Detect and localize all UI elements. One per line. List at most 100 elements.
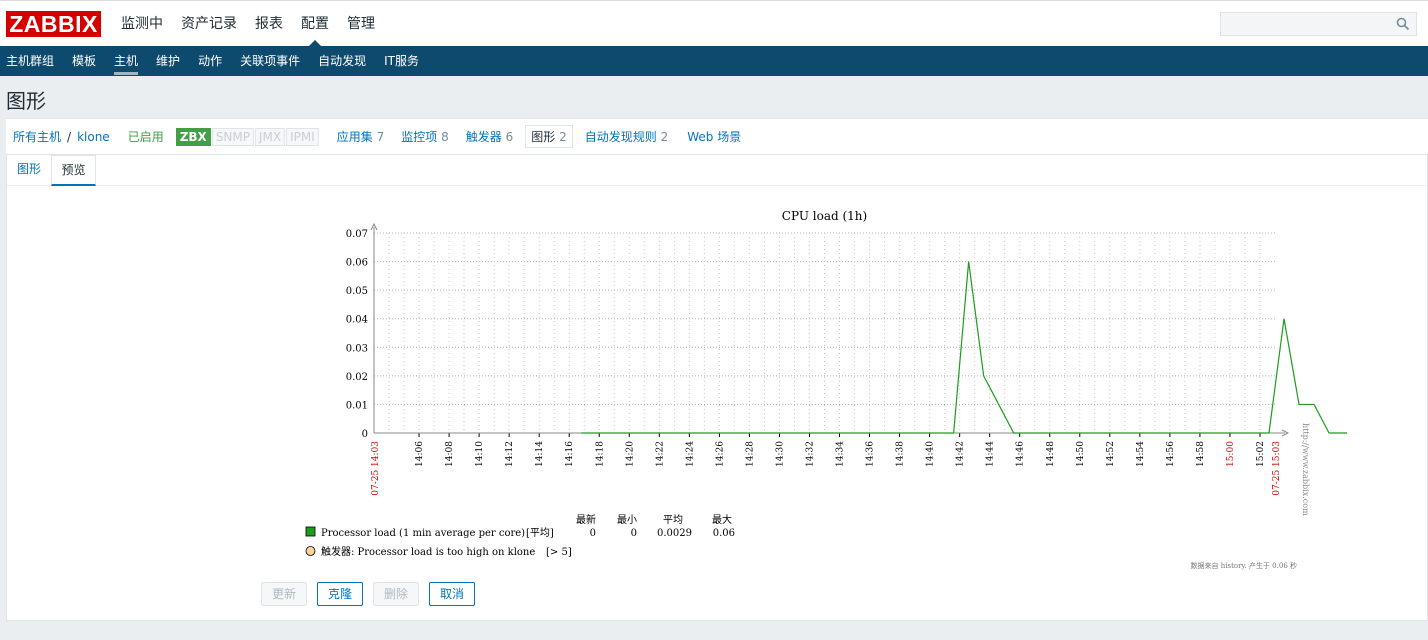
x-tick-label: 14:16 [565,441,575,467]
y-tick-label: 0.01 [346,400,368,411]
tab-graphs-count: 2 [559,130,567,144]
legend-header: 平均 [663,514,683,526]
y-tick-label: 0.03 [346,343,368,354]
x-tick-label: 14:38 [896,441,906,467]
badge-ipmi: IPMI [286,127,319,146]
x-tick-label: 15:02 [1256,441,1266,467]
tab-discovery-rules-count: 2 [660,130,669,144]
x-tick-label: 14:56 [1166,441,1176,467]
legend-value: 0 [590,528,596,539]
breadcrumb-all-hosts[interactable]: 所有主机 [13,128,61,145]
legend-item-name: Processor load (1 min average per core) [321,528,525,539]
x-tick-label: 14:44 [986,441,996,467]
submenu-maintenance[interactable]: 维护 [147,46,189,76]
update-button[interactable]: 更新 [261,582,308,606]
cpu-load-chart: CPU load (1h) 0.07 0.06 0.05 0.04 0.03 0.02 0.0… [305,209,1348,570]
tab-items-label: 监控项 [401,130,438,144]
tab-applications[interactable]: 应用集 7 [337,128,384,145]
x-tick-label: 14:18 [595,441,605,467]
tab-web-scenarios[interactable]: Web 场景 [687,128,741,145]
tab-discovery-rules[interactable]: 自动发现规则 2 [585,128,668,145]
x-tick-label: 14:24 [685,441,695,467]
x-tick-label: 14:32 [805,441,815,467]
tab-graphs[interactable]: 图形 2 [525,125,573,148]
search-icon[interactable] [1396,17,1410,31]
breadcrumb-separator: / [67,129,72,144]
legend-color-swatch [305,526,316,537]
legend-header: 最大 [712,513,732,526]
x-tick-label: 14:48 [1046,441,1056,467]
x-tick-label: 14:46 [1016,441,1026,467]
menu-monitoring[interactable]: 监测中 [112,1,172,47]
zabbix-watermark: http://www.zabbix.com [1301,423,1310,516]
x-end-label: 07-25 15:03 [1272,441,1282,496]
submenu-discovery[interactable]: 自动发现 [309,46,375,76]
zabbix-logo[interactable]: ZABBIX [6,11,101,37]
x-tick-label: 14:08 [445,441,455,467]
x-tick-label: 14:22 [655,441,665,467]
breadcrumb-host[interactable]: klone [77,130,110,144]
y-tick-label: 0.02 [346,372,368,383]
top-bar: ZABBIX 监测中 资产记录 报表 配置 管理 [0,0,1428,47]
tab-triggers-label: 触发器 [465,130,502,144]
legend-value: 0 [631,528,637,539]
tab-preview[interactable]: 预览 [51,155,96,186]
x-tick-label: 15:00 [1226,441,1236,467]
tab-items[interactable]: 监控项 8 [401,128,448,145]
x-tick-label: 14:14 [535,441,545,467]
content-panel: 图形 预览 CPU load (1h) 0.07 0.06 0.05 0.04 0.03 0… [6,155,1428,621]
y-tick-label: 0.07 [346,229,368,240]
menu-inventory[interactable]: 资产记录 [172,1,246,47]
delete-button[interactable]: 删除 [373,582,420,606]
form-buttons: 更新 克隆 删除 取消 [261,582,485,606]
submenu-hosts[interactable]: 主机 [105,46,147,76]
legend-item-func: [平均] [526,527,554,539]
tab-graphs-label: 图形 [531,130,556,144]
sub-menu: 主机群组 模板 主机 维护 动作 关联项事件 自动发现 IT服务 [0,46,1428,76]
x-start-label: 07-25 14:03 [371,441,381,496]
submenu-it-services[interactable]: IT服务 [375,46,428,76]
badge-snmp: SNMP [211,127,254,146]
cancel-button[interactable]: 取消 [429,582,476,606]
legend-header: 最小 [617,514,637,526]
chart-title: CPU load (1h) [782,209,867,223]
tab-triggers[interactable]: 触发器 6 [466,128,513,145]
search-input[interactable] [1220,12,1417,36]
tab-applications-count: 7 [376,130,385,144]
page-footer-area [0,622,1428,640]
x-tick-label: 14:26 [715,441,725,467]
menu-reports[interactable]: 报表 [246,1,292,47]
chart-footnote: 数据来自 history. 产生于 0.06 秒 [1191,561,1297,570]
legend-header: 最新 [576,513,596,526]
submenu-event-correlation[interactable]: 关联项事件 [231,46,309,76]
submenu-templates[interactable]: 模板 [63,46,105,76]
x-tick-label: 14:30 [775,441,785,467]
clone-button[interactable]: 克隆 [317,582,364,606]
x-tick-label: 14:06 [415,441,425,467]
legend-value: 0.06 [713,528,735,539]
x-tick-label: 14:20 [625,441,635,467]
x-tick-label: 14:40 [926,441,936,467]
tab-triggers-count: 6 [505,130,514,144]
menu-administration[interactable]: 管理 [338,1,384,47]
tab-applications-label: 应用集 [336,130,373,144]
submenu-actions[interactable]: 动作 [189,46,231,76]
tab-web-scenarios-label: Web 场景 [687,130,742,144]
y-tick-label: 0 [362,429,368,440]
submenu-host-groups[interactable]: 主机群组 [0,46,63,76]
x-tick-label: 14:36 [866,441,876,467]
tab-graph-form[interactable]: 图形 [17,155,41,186]
graph-preview: CPU load (1h) 0.07 0.06 0.05 0.04 0.03 0.02 0.0… [7,186,1428,581]
host-breadcrumb: 所有主机 / klone 已启用 ZBX SNMP JMX IPMI 应用集 7… [6,118,1428,155]
y-tick-label: 0.05 [346,286,368,297]
legend-trigger-label: 触发器: Processor load is too high on klone [321,545,535,558]
tab-items-count: 8 [441,130,449,144]
badge-jmx: JMX [255,127,286,146]
legend-value: 0.0029 [657,528,692,539]
menu-configuration[interactable]: 配置 [292,1,338,47]
x-tick-label: 14:58 [1196,441,1206,467]
y-tick-label: 0.04 [346,315,368,326]
x-tick-label: 14:50 [1076,441,1086,467]
host-status[interactable]: 已启用 [128,128,164,145]
form-tabs: 图形 预览 [7,155,1428,186]
